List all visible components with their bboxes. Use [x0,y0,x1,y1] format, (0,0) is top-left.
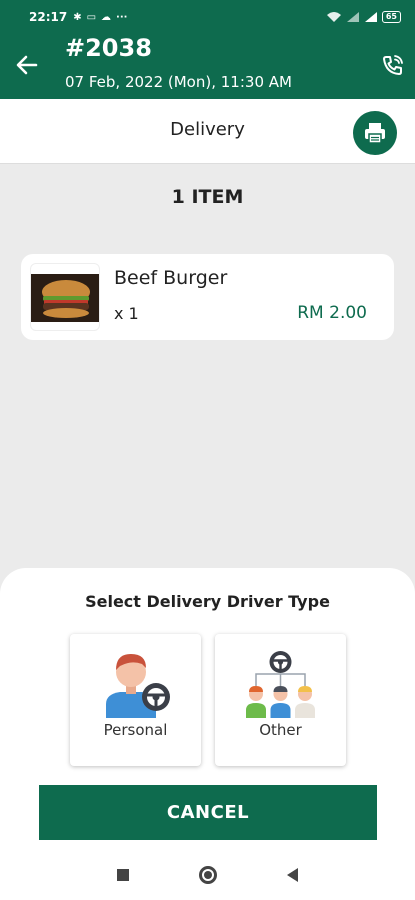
item-price: RM 2.00 [297,303,367,323]
printer-icon [365,123,385,144]
more-dots-icon: ··· [116,11,128,23]
personal-driver-option[interactable]: Personal [70,634,201,766]
driver-type-sheet: Select Delivery Driver Type Personal Oth… [0,568,415,850]
home-icon[interactable] [199,866,217,884]
arrow-left-icon[interactable] [14,52,40,78]
screen-icon: ▭ [86,11,97,23]
signal-icon-2 [364,12,377,22]
order-number: #2038 [65,34,152,62]
item-count-heading: 1 ITEM [171,186,244,208]
other-option-label: Other [259,721,302,739]
order-item-card: Beef Burger x 1 RM 2.00 [21,254,394,340]
app-header: 22:17 ✱ ▭ ☁ ··· 65 #2038 07 Feb, 2022 (M… [0,0,415,99]
back-triangle-icon[interactable] [287,868,298,882]
personal-driver-icon [106,654,170,718]
order-type-bar: Delivery [0,99,415,164]
battery-icon: 65 [381,11,401,23]
other-driver-option[interactable]: Other [215,634,346,766]
item-image [30,263,100,331]
item-quantity: x 1 [114,304,139,323]
signal-icon [346,12,359,22]
status-bar: 22:17 ✱ ▭ ☁ ··· 65 [0,0,415,34]
recents-icon[interactable] [117,869,129,881]
cancel-button[interactable]: CANCEL [39,785,377,840]
status-notification-icons: ✱ ▭ ☁ ··· [73,12,127,23]
other-driver-icon [246,651,315,718]
status-time: 22:17 [29,10,68,24]
cloud-icon: ☁ [101,11,112,23]
settings-icon: ✱ [73,11,82,23]
status-system-icons: 65 [326,11,401,23]
system-nav-bar [0,850,415,900]
print-button[interactable] [353,111,397,155]
order-datetime: 07 Feb, 2022 (Mon), 11:30 AM [65,73,292,91]
phone-call-icon[interactable] [381,53,405,77]
personal-option-label: Personal [103,721,168,739]
item-name: Beef Burger [114,267,228,289]
wifi-icon [326,12,341,22]
sheet-title: Select Delivery Driver Type [85,592,330,611]
burger-image [31,274,99,322]
